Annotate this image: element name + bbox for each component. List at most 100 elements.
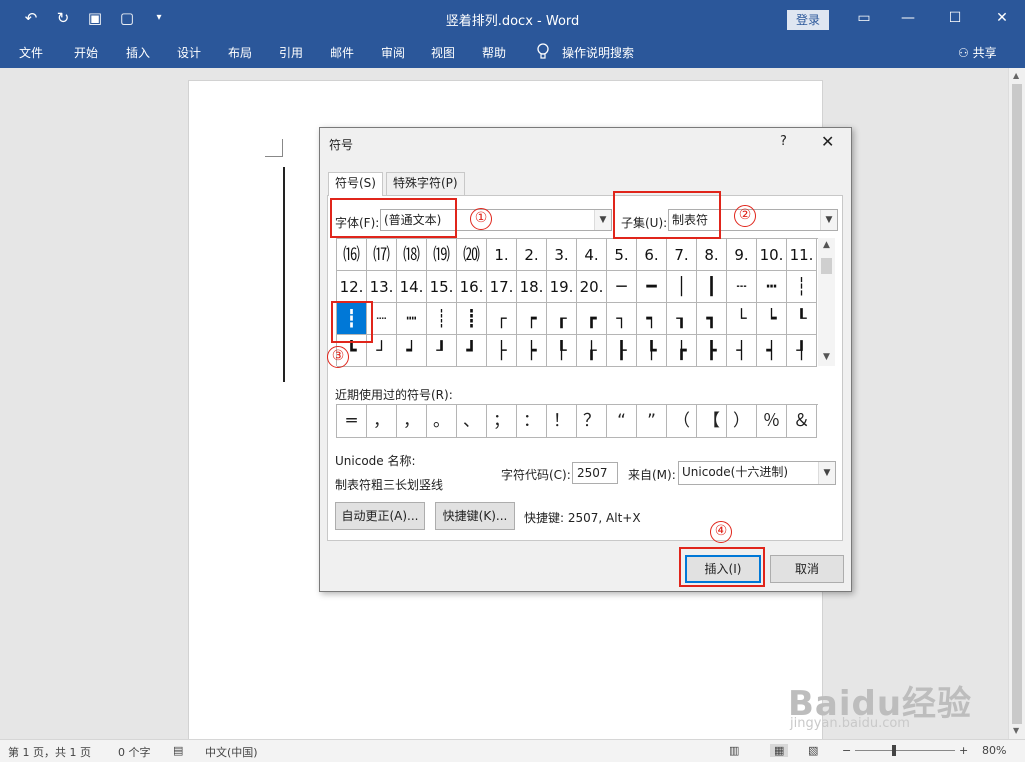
web-layout-icon[interactable]: ▧ xyxy=(808,744,818,757)
symbol-cell[interactable]: ┣ xyxy=(697,335,727,367)
symbol-cell[interactable]: ┞ xyxy=(547,335,577,367)
symbol-cell[interactable]: ┑ xyxy=(637,303,667,335)
chevron-down-icon[interactable]: ▼ xyxy=(818,462,835,484)
recent-symbol-cell[interactable]: （ xyxy=(667,405,697,438)
tab-file[interactable]: 文件 xyxy=(19,44,43,61)
minimize-icon[interactable]: — xyxy=(896,6,920,30)
symbol-cell[interactable]: 2. xyxy=(517,239,547,271)
font-select[interactable]: (普通文本) ▼ xyxy=(380,209,612,231)
symbol-cell[interactable]: 4. xyxy=(577,239,607,271)
zoom-out-icon[interactable]: − xyxy=(842,744,851,757)
symbol-cell[interactable]: ┈ xyxy=(367,303,397,335)
symbol-cell[interactable]: ┃ xyxy=(697,271,727,303)
tell-me-search[interactable]: 操作说明搜索 xyxy=(562,44,634,61)
tab-references[interactable]: 引用 xyxy=(279,44,303,61)
recent-symbol-cell[interactable]: ） xyxy=(727,405,757,438)
recent-symbol-cell[interactable]: ： xyxy=(517,405,547,438)
symbol-cell[interactable]: 12. xyxy=(337,271,367,303)
zoom-level[interactable]: 80% xyxy=(982,744,1006,757)
maximize-icon[interactable]: ☐ xyxy=(943,6,967,30)
symbol-cell[interactable]: ┇ xyxy=(337,303,367,335)
symbol-cell[interactable]: ┤ xyxy=(727,335,757,367)
recent-symbol-cell[interactable]: ” xyxy=(637,405,667,438)
word-count[interactable]: 0 个字 xyxy=(118,744,151,760)
recent-symbol-cell[interactable]: ， xyxy=(367,405,397,438)
symbol-cell[interactable]: ┅ xyxy=(757,271,787,303)
recent-symbol-cell[interactable]: 、 xyxy=(457,405,487,438)
symbol-cell[interactable]: 19. xyxy=(547,271,577,303)
symbol-cell[interactable]: 1. xyxy=(487,239,517,271)
read-mode-icon[interactable]: ▥ xyxy=(729,744,739,757)
symbol-cell[interactable]: 6. xyxy=(637,239,667,271)
symbol-cell[interactable]: 14. xyxy=(397,271,427,303)
symbol-cell[interactable]: ┋ xyxy=(457,303,487,335)
symbol-cell[interactable]: ⒅ xyxy=(397,239,427,271)
symbol-cell[interactable]: 11. xyxy=(787,239,817,271)
symbol-cell[interactable]: ⒇ xyxy=(457,239,487,271)
chevron-down-icon[interactable]: ▼ xyxy=(820,210,837,230)
tab-help[interactable]: 帮助 xyxy=(482,44,506,61)
symbol-cell[interactable]: 10. xyxy=(757,239,787,271)
recent-symbols-grid[interactable]: ═，，。、；：！？ “” （【）％＆ xyxy=(336,404,818,438)
symbol-grid[interactable]: ⒃ ⒄ ⒅ ⒆ ⒇ 1. 2. 3. 4. 5. 6. 7. 8. 9. 10. 11. 12. 13. 14. 15… xyxy=(336,238,818,367)
close-icon[interactable]: ✕ xyxy=(990,6,1014,30)
symbol-grid-scrollbar[interactable]: ▲ ▼ xyxy=(818,238,835,366)
recent-symbol-cell[interactable]: “ xyxy=(607,405,637,438)
symbol-cell[interactable]: ┓ xyxy=(697,303,727,335)
recent-symbol-cell[interactable]: ？ xyxy=(577,405,607,438)
symbol-cell[interactable]: ━ xyxy=(637,271,667,303)
symbol-cell[interactable]: 18. xyxy=(517,271,547,303)
symbol-cell[interactable]: ┊ xyxy=(427,303,457,335)
scroll-thumb[interactable] xyxy=(821,258,832,274)
tab-insert[interactable]: 插入 xyxy=(126,44,150,61)
page-count[interactable]: 第 1 页，共 1 页 xyxy=(8,744,91,760)
symbol-cell[interactable]: ┒ xyxy=(667,303,697,335)
scroll-up-icon[interactable]: ▲ xyxy=(823,240,830,250)
language[interactable]: 中文(中国) xyxy=(205,744,258,760)
symbol-cell[interactable]: ─ xyxy=(607,271,637,303)
symbol-cell[interactable]: 20. xyxy=(577,271,607,303)
symbol-cell[interactable]: └ xyxy=(727,303,757,335)
recent-symbol-cell[interactable]: ； xyxy=(487,405,517,438)
symbol-cell[interactable]: ┍ xyxy=(517,303,547,335)
recent-symbol-cell[interactable]: ＆ xyxy=(787,405,817,438)
symbol-cell[interactable]: 3. xyxy=(547,239,577,271)
scroll-down-icon[interactable]: ▼ xyxy=(1013,726,1019,735)
recent-symbol-cell[interactable]: ， xyxy=(397,405,427,438)
symbol-cell[interactable]: ┉ xyxy=(397,303,427,335)
symbol-cell[interactable]: ┛ xyxy=(457,335,487,367)
recent-symbol-cell[interactable]: 。 xyxy=(427,405,457,438)
symbol-cell[interactable]: ┚ xyxy=(427,335,457,367)
zoom-slider-thumb[interactable] xyxy=(892,745,896,756)
insert-button[interactable]: 插入(I) xyxy=(685,555,761,583)
symbol-cell[interactable]: ┌ xyxy=(487,303,517,335)
symbol-cell[interactable]: ⒄ xyxy=(367,239,397,271)
symbol-cell[interactable]: ┡ xyxy=(637,335,667,367)
tab-review[interactable]: 审阅 xyxy=(381,44,405,61)
recent-symbol-cell[interactable]: 【 xyxy=(697,405,727,438)
tab-layout[interactable]: 布局 xyxy=(228,44,252,61)
document-scrollbar[interactable]: ▲ ▼ xyxy=(1008,68,1025,739)
symbol-cell[interactable]: ┘ xyxy=(367,335,397,367)
ribbon-display-icon[interactable]: ▭ xyxy=(852,6,876,30)
tab-special-characters[interactable]: 特殊字符(P) xyxy=(386,172,465,195)
symbol-cell[interactable]: 8. xyxy=(697,239,727,271)
symbol-cell[interactable]: ⒃ xyxy=(337,239,367,271)
print-layout-icon[interactable]: ▦ xyxy=(770,744,789,757)
share-button[interactable]: ⚇ 共享 xyxy=(958,44,997,61)
scroll-thumb[interactable] xyxy=(1012,84,1022,724)
symbol-cell[interactable]: ┎ xyxy=(547,303,577,335)
symbol-cell[interactable]: ⒆ xyxy=(427,239,457,271)
tab-mailings[interactable]: 邮件 xyxy=(330,44,354,61)
char-code-input[interactable]: 2507 xyxy=(572,462,618,484)
cancel-button[interactable]: 取消 xyxy=(770,555,844,583)
symbol-cell[interactable]: ┆ xyxy=(787,271,817,303)
autocorrect-button[interactable]: 自动更正(A)... xyxy=(335,502,425,530)
scroll-up-icon[interactable]: ▲ xyxy=(1013,71,1019,80)
zoom-in-icon[interactable]: + xyxy=(959,744,968,757)
recent-symbol-cell[interactable]: ％ xyxy=(757,405,787,438)
symbol-cell[interactable]: │ xyxy=(667,271,697,303)
symbol-cell[interactable]: ┄ xyxy=(727,271,757,303)
scroll-down-icon[interactable]: ▼ xyxy=(823,352,830,362)
symbol-cell[interactable]: ┢ xyxy=(667,335,697,367)
